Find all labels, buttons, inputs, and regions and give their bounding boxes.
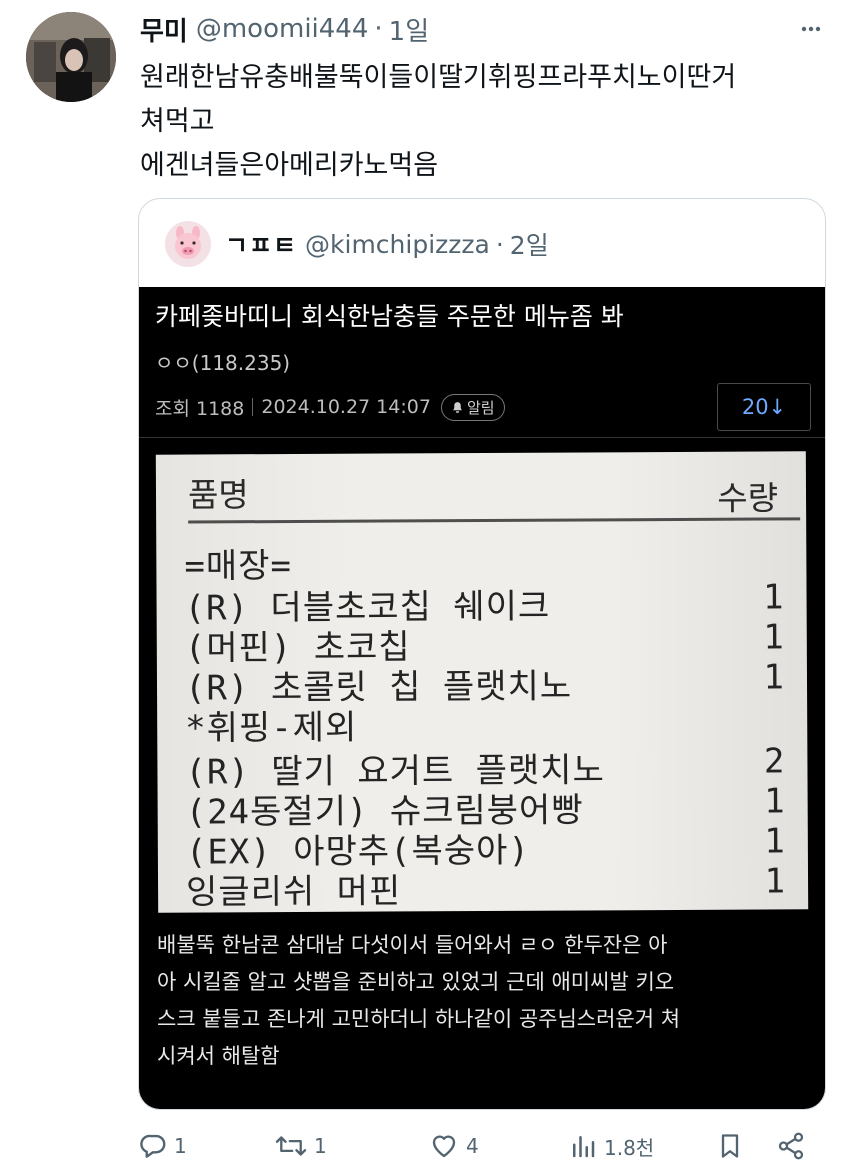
receipt-item-qty: 1 [762,577,785,618]
receipt-row: (24동절기) 슈크림붕어빵 1 [186,781,786,832]
author-avatar[interactable] [26,12,116,102]
share-button[interactable] [776,1126,812,1166]
reply-button[interactable]: 1 [138,1126,187,1166]
author-display-name[interactable]: 무미 [140,11,188,48]
quote-header-separator: · [495,229,504,259]
receipt-row: 잉글리쉬 머핀 1 [186,861,787,912]
retweet-button[interactable]: 1 [274,1126,327,1166]
post-datetime: 2024.10.27 14:07 [261,396,431,418]
quote-media-screenshot[interactable]: 카페좆바띠니 회식한남충들 주문한 메뉴좀 봐 ㅇㅇ(118.235) 조회 1… [139,287,825,1109]
quote-author-display-name[interactable]: ㄱㅍㅌ [225,226,297,262]
views-button[interactable]: 1.8천 [568,1126,654,1166]
receipt-item-qty: 1 [764,781,786,822]
alarm-label: 알림 [466,398,495,417]
comment-count-button: 20↓ [717,383,811,431]
header-separator: · [374,14,383,44]
reply-icon [140,1134,166,1158]
author-handle[interactable]: @moomii444 [196,14,369,44]
retweet-count: 1 [314,1134,327,1158]
receipt-item-name: 잉글리쉬 머핀 [185,871,402,913]
post-title: 카페좆바띠니 회식한남충들 주문한 메뉴좀 봐 [155,302,624,331]
like-button[interactable]: 4 [428,1126,479,1166]
receipt-item-qty: 2 [763,741,786,782]
receipt-row: (R) 초콜릿 칩 플랫치노 1 [185,657,786,708]
post-meta: 조회 1188 2024.10.27 14:07 알림 [155,391,505,423]
receipt-item-name: *휘핑-제외 [185,707,358,749]
receipt-row: (R) 더블초코칩 쉐이크 1 [184,577,785,628]
receipt-item-qty: 1 [763,657,786,698]
receipt-row: =매장= [184,535,784,587]
views-icon [573,1136,595,1158]
post-divider [139,437,825,438]
reply-count: 1 [174,1134,187,1158]
like-icon [432,1135,456,1158]
views-count: 1.8천 [604,1135,655,1160]
post-body: 배불뚝 한남콘 삼대남 다섯이서 들어와서 ㄹㅇ 한두잔은 아 아 시킬줄 알고… [157,927,813,1075]
quote-timestamp[interactable]: 2일 [510,226,549,262]
tweet-action-bar: 1 1 4 1.8천 [138,1126,818,1166]
bell-icon [453,401,462,413]
retweet-icon [275,1136,307,1156]
post-views: 조회 1188 [155,397,245,420]
receipt-header-qty: 수량 [717,478,779,518]
bookmark-button[interactable] [716,1126,750,1166]
meta-divider [252,398,254,416]
receipt-row: (EX) 아망추(복숭아) 1 [186,821,786,872]
receipt-photo: 품명 수량 =매장= (R) 더블초코칩 쉐이크 1 (머핀) 초코칩 1 (R… [155,451,809,913]
receipt-item-qty: 1 [763,617,785,658]
alarm-pill: 알림 [440,393,505,421]
receipt-row: (머핀) 초코칩 1 [185,617,785,668]
post-body-line: 스크 붙들고 존나게 고민하더니 하나같이 공주님스러운거 쳐 [157,1007,681,1031]
share-icon [778,1132,804,1160]
receipt-item-qty: 1 [764,861,787,902]
tweet-text-line: 쳐먹고 [140,106,215,137]
receipt-item-qty: 1 [764,821,786,862]
tweet-header: 무미 @moomii444 · 1일 [140,11,429,48]
tweet-text-line: 원래한남유충배불뚝이들이딸기휘핑프라푸치노이딴거 [140,62,737,93]
bookmark-icon [721,1134,739,1158]
quote-author-handle[interactable]: @kimchipizzza [305,230,490,259]
like-count: 4 [466,1134,479,1158]
tweet-text: 원래한남유충배불뚝이들이딸기휘핑프라푸치노이딴거 쳐먹고 에겐녀들은아메리카노먹… [140,56,830,188]
receipt-header-name: 품명 [187,475,249,515]
post-author: ㅇㅇ(118.235) [155,351,291,375]
post-body-line: 배불뚝 한남콘 삼대남 다섯이서 들어와서 ㄹㅇ 한두잔은 아 [157,933,668,957]
tweet-timestamp[interactable]: 1일 [389,11,429,48]
post-body-line: 아 시킬줄 알고 샷뽑을 준비하고 있었긔 근데 애미씨발 키오 [157,970,675,994]
receipt-row: *휘핑-제외 [185,697,785,749]
post-body-line: 시켜서 해탈함 [157,1044,280,1068]
receipt-row: (R) 딸기 요거트 플랫치노 2 [185,741,786,792]
quoted-tweet[interactable]: ㄱㅍㅌ @kimchipizzza · 2일 카페좆바띠니 회식한남충들 주문한… [138,198,826,1110]
tweet-text-line: 에겐녀들은아메리카노먹음 [140,150,439,181]
more-icon[interactable] [796,14,826,44]
quote-author-avatar[interactable] [165,221,211,267]
quote-header: ㄱㅍㅌ @kimchipizzza · 2일 [165,219,549,269]
